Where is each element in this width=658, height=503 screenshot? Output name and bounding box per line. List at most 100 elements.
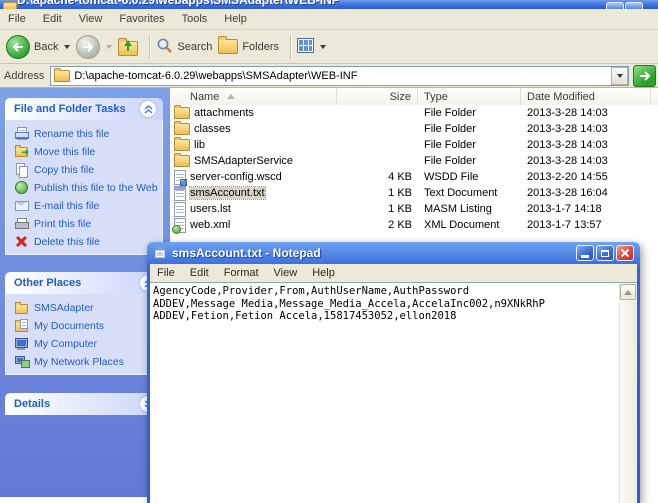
address-bar: Address D:\apache-tomcat-6.0.29\webapps\… (0, 64, 658, 88)
folder-icon (174, 139, 190, 151)
rename-icon (15, 127, 28, 140)
explorer-toolbar: Back Search Folders (0, 30, 658, 64)
menu-file[interactable]: File (8, 13, 26, 25)
file-row-selected[interactable]: smsAccount.txt 1 KB Text Document 2013-3… (170, 185, 658, 201)
file-row[interactable]: web.xml 2 KB XML Document 2013-1-7 13:57 (170, 217, 658, 233)
other-places-panel: Other Places SMSAdapter My Documents My … (5, 272, 163, 375)
column-header-name[interactable]: Name (170, 88, 337, 105)
notepad-text-area[interactable]: AgencyCode,Provider,From,AuthUserName,Au… (150, 283, 637, 503)
collapse-chevron-icon[interactable] (139, 100, 157, 118)
notepad-menu-view[interactable]: View (274, 267, 298, 279)
go-button[interactable] (633, 65, 656, 87)
folders-button[interactable]: Folders (218, 39, 279, 54)
details-title: Details (14, 398, 50, 410)
task-rename-file[interactable]: Rename this file (15, 127, 158, 140)
toolbar-separator (149, 35, 151, 59)
move-icon: ➜ (15, 145, 28, 158)
folder-icon (174, 123, 190, 135)
task-publish-file[interactable]: Publish this file to the Web (15, 181, 158, 194)
menu-view[interactable]: View (79, 13, 103, 25)
notepad-menu-help[interactable]: Help (312, 267, 335, 279)
place-my-network[interactable]: My Network Places (15, 355, 158, 368)
file-row[interactable]: users.lst 1 KB MASM Listing 2013-1-7 14:… (170, 201, 658, 217)
back-button[interactable]: Back (6, 35, 70, 59)
other-places-header[interactable]: Other Places (5, 272, 163, 294)
close-button[interactable] (616, 245, 634, 261)
delete-icon (15, 235, 28, 248)
place-smsadapter[interactable]: SMSAdapter (15, 301, 158, 314)
notepad-line: ADDEV,Fetion,Fetion Accela,15817453052,e… (153, 310, 617, 323)
notepad-titlebar[interactable]: smsAccount.txt - Notepad (150, 242, 637, 264)
email-icon (15, 199, 28, 212)
place-my-computer[interactable]: My Computer (15, 337, 158, 350)
menu-tools[interactable]: Tools (182, 13, 208, 25)
address-input[interactable]: D:\apache-tomcat-6.0.29\webapps\SMSAdapt… (50, 66, 629, 86)
task-email-file[interactable]: E-mail this file (15, 199, 158, 212)
menu-help[interactable]: Help (224, 13, 247, 25)
forward-icon (76, 35, 100, 59)
file-folder-tasks-panel: File and Folder Tasks Rename this file ➜… (5, 98, 163, 255)
task-copy-file[interactable]: Copy this file (15, 163, 158, 176)
up-button[interactable] (118, 38, 138, 56)
list-doc-icon (174, 202, 186, 217)
task-move-file[interactable]: ➜ Move this file (15, 145, 158, 158)
scroll-up-button[interactable] (620, 284, 636, 300)
details-panel: Details (5, 393, 163, 415)
notepad-line: ADDEV,Message Media,Message_Media_Accela… (153, 298, 617, 311)
task-delete-file[interactable]: Delete this file (15, 235, 158, 248)
go-arrow-icon (639, 71, 651, 81)
menu-edit[interactable]: Edit (43, 13, 62, 25)
explorer-menubar: File Edit View Favorites Tools Help (0, 9, 658, 30)
file-list-header: Name Size Type Date Modified (170, 88, 658, 105)
up-folder-icon (118, 41, 138, 56)
column-header-type[interactable]: Type (418, 88, 521, 105)
search-button[interactable]: Search (156, 37, 212, 57)
vertical-scrollbar[interactable] (619, 283, 637, 503)
back-label: Back (34, 41, 58, 53)
minimize-button[interactable] (606, 2, 624, 9)
file-folder-tasks-header[interactable]: File and Folder Tasks (5, 98, 163, 120)
file-row[interactable]: lib File Folder 2013-3-28 14:03 (170, 137, 658, 153)
views-dropdown-icon[interactable] (320, 45, 326, 49)
column-header-size[interactable]: Size (337, 88, 418, 105)
folder-icon (3, 2, 17, 9)
place-my-documents[interactable]: My Documents (15, 319, 158, 332)
details-header[interactable]: Details (5, 393, 163, 415)
maximize-button[interactable] (596, 245, 614, 261)
notepad-menu-file[interactable]: File (157, 267, 175, 279)
folder-icon (174, 107, 190, 119)
address-dropdown-button[interactable] (611, 67, 628, 85)
copy-icon (15, 163, 28, 176)
maximize-button[interactable] (625, 2, 643, 9)
my-documents-icon (15, 319, 28, 332)
file-row[interactable]: classes File Folder 2013-3-28 14:03 (170, 121, 658, 137)
chevron-up-icon (624, 290, 632, 295)
explorer-titlebar[interactable]: D:\apache-tomcat-6.0.29\webapps\SMSAdapt… (0, 0, 658, 9)
task-print-file[interactable]: Print this file (15, 217, 158, 230)
menu-favorites[interactable]: Favorites (119, 13, 164, 25)
file-row[interactable]: server-config.wscd 4 KB WSDD File 2013-2… (170, 169, 658, 185)
file-row[interactable]: attachments File Folder 2013-3-28 14:03 (170, 105, 658, 121)
minimize-button[interactable] (576, 245, 594, 261)
notepad-menu-edit[interactable]: Edit (190, 267, 209, 279)
folder-icon (174, 155, 190, 167)
my-network-places-icon (15, 355, 28, 368)
folders-icon (218, 39, 238, 54)
notepad-menu-format[interactable]: Format (224, 267, 259, 279)
other-places-body: SMSAdapter My Documents My Computer My N… (5, 294, 163, 375)
xml-doc-icon (174, 218, 186, 233)
address-label: Address (4, 70, 44, 82)
forward-button[interactable] (76, 35, 112, 59)
views-icon (297, 38, 314, 56)
task-pane: File and Folder Tasks Rename this file ➜… (0, 88, 170, 497)
forward-dropdown-icon[interactable] (106, 45, 112, 49)
views-button[interactable] (297, 38, 326, 56)
column-header-date-modified[interactable]: Date Modified (521, 88, 651, 105)
folder-icon (54, 70, 70, 82)
notepad-menubar: File Edit Format View Help (150, 264, 637, 283)
toolbar-separator (290, 35, 292, 59)
text-doc-icon (174, 186, 186, 201)
notepad-window: smsAccount.txt - Notepad File Edit Forma… (147, 242, 640, 503)
back-dropdown-icon[interactable] (64, 45, 70, 49)
file-row[interactable]: SMSAdapterService File Folder 2013-3-28 … (170, 153, 658, 169)
